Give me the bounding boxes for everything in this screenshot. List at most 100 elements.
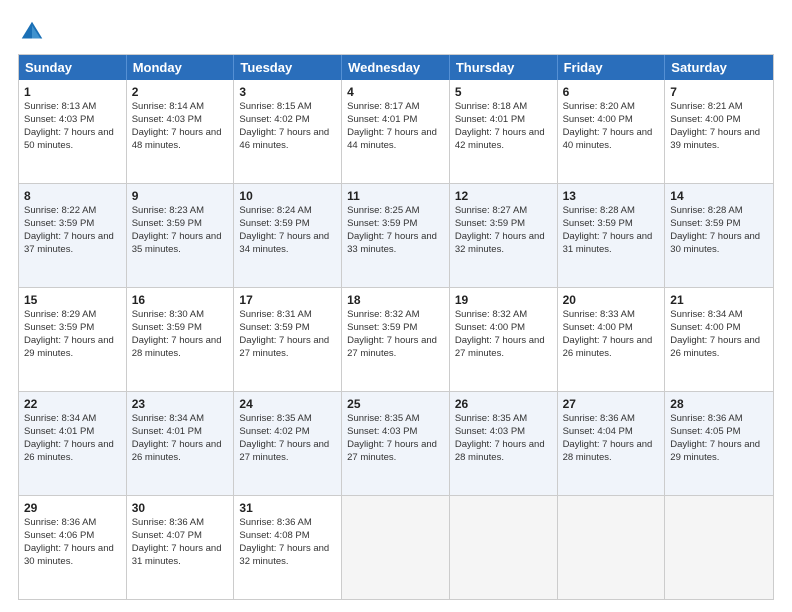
cal-header-thursday: Thursday bbox=[450, 55, 558, 80]
sunrise-text: Sunrise: 8:25 AM bbox=[347, 205, 419, 216]
daylight-text: Daylight: 7 hours and 48 minutes. bbox=[132, 127, 222, 151]
day-number: 19 bbox=[455, 292, 552, 308]
daylight-text: Daylight: 7 hours and 30 minutes. bbox=[670, 231, 760, 255]
daylight-text: Daylight: 7 hours and 27 minutes. bbox=[347, 335, 437, 359]
cal-cell-27: 27Sunrise: 8:36 AMSunset: 4:04 PMDayligh… bbox=[558, 392, 666, 495]
daylight-text: Daylight: 7 hours and 26 minutes. bbox=[670, 335, 760, 359]
daylight-text: Daylight: 7 hours and 46 minutes. bbox=[239, 127, 329, 151]
cal-header-saturday: Saturday bbox=[665, 55, 773, 80]
daylight-text: Daylight: 7 hours and 26 minutes. bbox=[563, 335, 653, 359]
sunrise-text: Sunrise: 8:32 AM bbox=[455, 309, 527, 320]
calendar-header-row: SundayMondayTuesdayWednesdayThursdayFrid… bbox=[19, 55, 773, 80]
sunrise-text: Sunrise: 8:36 AM bbox=[239, 517, 311, 528]
sunset-text: Sunset: 4:03 PM bbox=[347, 426, 417, 437]
sunset-text: Sunset: 4:00 PM bbox=[670, 322, 740, 333]
day-number: 9 bbox=[132, 188, 229, 204]
sunset-text: Sunset: 3:59 PM bbox=[132, 218, 202, 229]
sunrise-text: Sunrise: 8:36 AM bbox=[132, 517, 204, 528]
daylight-text: Daylight: 7 hours and 37 minutes. bbox=[24, 231, 114, 255]
daylight-text: Daylight: 7 hours and 35 minutes. bbox=[132, 231, 222, 255]
sunrise-text: Sunrise: 8:36 AM bbox=[24, 517, 96, 528]
day-number: 30 bbox=[132, 500, 229, 516]
sunrise-text: Sunrise: 8:21 AM bbox=[670, 101, 742, 112]
cal-cell-empty bbox=[450, 496, 558, 599]
daylight-text: Daylight: 7 hours and 27 minutes. bbox=[347, 439, 437, 463]
sunrise-text: Sunrise: 8:17 AM bbox=[347, 101, 419, 112]
cal-cell-empty bbox=[665, 496, 773, 599]
daylight-text: Daylight: 7 hours and 28 minutes. bbox=[455, 439, 545, 463]
day-number: 6 bbox=[563, 84, 660, 100]
sunrise-text: Sunrise: 8:35 AM bbox=[455, 413, 527, 424]
day-number: 26 bbox=[455, 396, 552, 412]
day-number: 5 bbox=[455, 84, 552, 100]
daylight-text: Daylight: 7 hours and 33 minutes. bbox=[347, 231, 437, 255]
daylight-text: Daylight: 7 hours and 31 minutes. bbox=[563, 231, 653, 255]
day-number: 4 bbox=[347, 84, 444, 100]
sunrise-text: Sunrise: 8:23 AM bbox=[132, 205, 204, 216]
cal-cell-11: 11Sunrise: 8:25 AM Sunset: 3:59 PM Dayligh… bbox=[342, 184, 450, 287]
sunset-text: Sunset: 4:03 PM bbox=[455, 426, 525, 437]
day-number: 11 bbox=[347, 188, 444, 204]
sunset-text: Sunset: 3:59 PM bbox=[670, 218, 740, 229]
calendar-body: 1Sunrise: 8:13 AMSunset: 4:03 PMDaylight… bbox=[19, 80, 773, 599]
sunset-text: Sunset: 4:03 PM bbox=[24, 114, 94, 125]
cal-cell-1: 1Sunrise: 8:13 AMSunset: 4:03 PMDaylight… bbox=[19, 80, 127, 183]
sunset-text: Sunset: 3:59 PM bbox=[239, 218, 309, 229]
sunset-text: Sunset: 3:59 PM bbox=[239, 322, 309, 333]
day-number: 8 bbox=[24, 188, 121, 204]
sunrise-text: Sunrise: 8:34 AM bbox=[670, 309, 742, 320]
sunset-text: Sunset: 4:06 PM bbox=[24, 530, 94, 541]
sunset-text: Sunset: 3:59 PM bbox=[455, 218, 525, 229]
sunset-text: Sunset: 4:00 PM bbox=[455, 322, 525, 333]
sunrise-text: Sunrise: 8:31 AM bbox=[239, 309, 311, 320]
sunset-text: Sunset: 4:01 PM bbox=[24, 426, 94, 437]
daylight-text: Daylight: 7 hours and 42 minutes. bbox=[455, 127, 545, 151]
sunrise-text: Sunrise: 8:34 AM bbox=[132, 413, 204, 424]
sunset-text: Sunset: 4:00 PM bbox=[563, 322, 633, 333]
sunrise-text: Sunrise: 8:14 AM bbox=[132, 101, 204, 112]
sunrise-text: Sunrise: 8:28 AM bbox=[670, 205, 742, 216]
day-number: 2 bbox=[132, 84, 229, 100]
cal-week-5: 29Sunrise: 8:36 AMSunset: 4:06 PMDayligh… bbox=[19, 495, 773, 599]
day-number: 14 bbox=[670, 188, 768, 204]
cal-cell-28: 28Sunrise: 8:36 AMSunset: 4:05 PMDayligh… bbox=[665, 392, 773, 495]
sunset-text: Sunset: 4:00 PM bbox=[563, 114, 633, 125]
day-number: 28 bbox=[670, 396, 768, 412]
sunrise-text: Sunrise: 8:29 AM bbox=[24, 309, 96, 320]
daylight-text: Daylight: 7 hours and 29 minutes. bbox=[24, 335, 114, 359]
daylight-text: Daylight: 7 hours and 28 minutes. bbox=[563, 439, 653, 463]
cal-cell-12: 12Sunrise: 8:27 AMSunset: 3:59 PMDayligh… bbox=[450, 184, 558, 287]
sunset-text: Sunset: 4:00 PM bbox=[670, 114, 740, 125]
sunset-text: Sunset: 4:01 PM bbox=[455, 114, 525, 125]
sunset-text: Sunset: 3:59 PM bbox=[563, 218, 633, 229]
day-number: 17 bbox=[239, 292, 336, 308]
daylight-text: Daylight: 7 hours and 31 minutes. bbox=[132, 543, 222, 567]
cal-cell-empty bbox=[558, 496, 666, 599]
sunset-text: Sunset: 4:02 PM bbox=[239, 114, 309, 125]
day-number: 1 bbox=[24, 84, 121, 100]
sunrise-text: Sunrise: 8:15 AM bbox=[239, 101, 311, 112]
cal-cell-30: 30Sunrise: 8:36 AM Sunset: 4:07 PM Dayligh… bbox=[127, 496, 235, 599]
daylight-text: Daylight: 7 hours and 29 minutes. bbox=[670, 439, 760, 463]
sunset-text: Sunset: 4:01 PM bbox=[132, 426, 202, 437]
daylight-text: Daylight: 7 hours and 28 minutes. bbox=[132, 335, 222, 359]
sunrise-text: Sunrise: 8:35 AM bbox=[347, 413, 419, 424]
cal-week-2: 8Sunrise: 8:22 AMSunset: 3:59 PMDaylight… bbox=[19, 183, 773, 287]
sunset-text: Sunset: 4:02 PM bbox=[239, 426, 309, 437]
daylight-text: Daylight: 7 hours and 50 minutes. bbox=[24, 127, 114, 151]
sunset-text: Sunset: 3:59 PM bbox=[347, 218, 417, 229]
cal-cell-24: 24Sunrise: 8:35 AMSunset: 4:02 PMDayligh… bbox=[234, 392, 342, 495]
day-number: 12 bbox=[455, 188, 552, 204]
cal-cell-5: 5Sunrise: 8:18 AM Sunset: 4:01 PM Daylight… bbox=[450, 80, 558, 183]
cal-cell-21: 21Sunrise: 8:34 AMSunset: 4:00 PMDayligh… bbox=[665, 288, 773, 391]
sunset-text: Sunset: 4:07 PM bbox=[132, 530, 202, 541]
sunset-text: Sunset: 4:04 PM bbox=[563, 426, 633, 437]
sunrise-text: Sunrise: 8:18 AM bbox=[455, 101, 527, 112]
cal-week-3: 15Sunrise: 8:29 AMSunset: 3:59 PMDayligh… bbox=[19, 287, 773, 391]
sunset-text: Sunset: 4:08 PM bbox=[239, 530, 309, 541]
cal-cell-13: 13Sunrise: 8:28 AMSunset: 3:59 PMDayligh… bbox=[558, 184, 666, 287]
daylight-text: Daylight: 7 hours and 44 minutes. bbox=[347, 127, 437, 151]
cal-cell-29: 29Sunrise: 8:36 AMSunset: 4:06 PMDayligh… bbox=[19, 496, 127, 599]
cal-cell-3: 3Sunrise: 8:15 AMSunset: 4:02 PMDaylight… bbox=[234, 80, 342, 183]
sunrise-text: Sunrise: 8:33 AM bbox=[563, 309, 635, 320]
